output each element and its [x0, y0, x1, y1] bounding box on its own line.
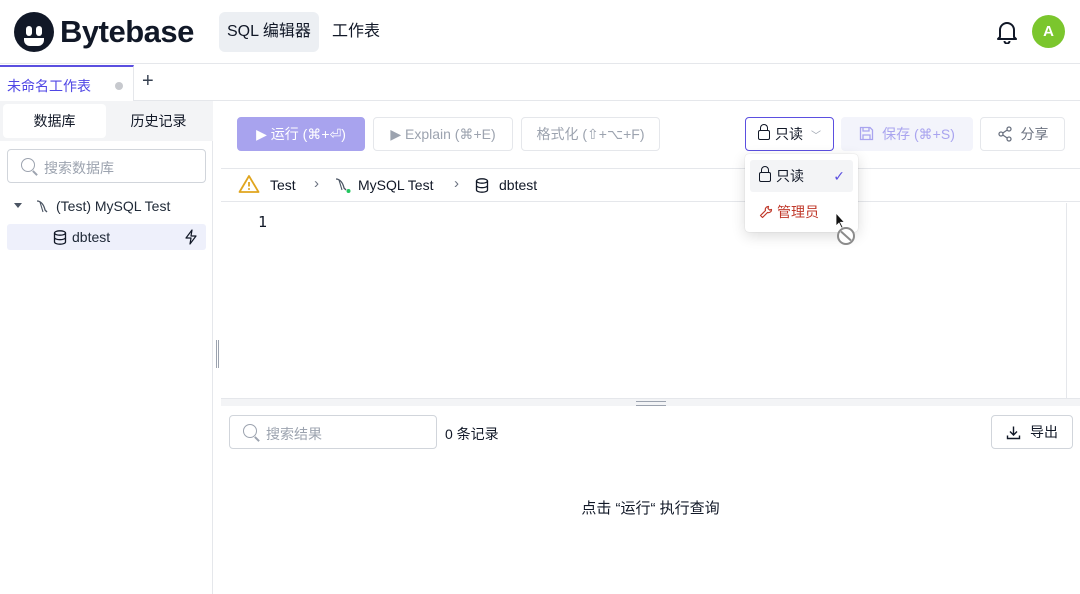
- export-button[interactable]: 导出: [991, 415, 1073, 449]
- nav-sql-editor[interactable]: SQL 编辑器: [219, 12, 319, 52]
- logo-icon: [14, 12, 54, 52]
- tree-database-row[interactable]: dbtest: [7, 224, 206, 250]
- worksheet-tab-label: 未命名工作表: [7, 78, 91, 94]
- breadcrumb-environment[interactable]: Test: [270, 177, 296, 193]
- sidebar: 数据库 历史记录 搜索数据库 (Test) MySQL Test dbtest: [0, 101, 213, 594]
- breadcrumb-separator: ›: [314, 175, 319, 192]
- database-search-placeholder: 搜索数据库: [44, 160, 114, 176]
- lightning-icon[interactable]: [184, 229, 198, 245]
- warning-icon: [238, 175, 260, 193]
- results-resize-handle[interactable]: [221, 398, 1080, 406]
- user-avatar[interactable]: A: [1032, 15, 1065, 48]
- mouse-cursor-icon: [835, 212, 855, 245]
- sql-editor[interactable]: 1: [221, 203, 1080, 399]
- mode-option-readonly[interactable]: 只读 ✓: [750, 160, 853, 192]
- explain-button[interactable]: ▶ Explain (⌘+E): [373, 117, 513, 151]
- unsaved-dot-icon[interactable]: [115, 82, 123, 90]
- wrench-icon: [759, 205, 773, 219]
- search-icon: [243, 424, 257, 438]
- search-icon: [21, 158, 35, 172]
- breadcrumb-database[interactable]: dbtest: [499, 177, 537, 193]
- sidebar-tabs: 数据库 历史记录: [0, 101, 213, 141]
- share-label: 分享: [1020, 126, 1049, 142]
- sidebar-resize-handle[interactable]: [216, 340, 219, 368]
- export-label: 导出: [1030, 424, 1058, 440]
- check-icon: ✓: [833, 168, 845, 184]
- mode-select[interactable]: 只读 ﹀: [745, 117, 834, 151]
- tree-instance-row[interactable]: (Test) MySQL Test: [7, 193, 206, 219]
- database-label: dbtest: [72, 229, 111, 245]
- breadcrumb-instance[interactable]: MySQL Test: [358, 177, 433, 193]
- bell-icon[interactable]: [996, 20, 1018, 44]
- database-search-input[interactable]: 搜索数据库: [7, 149, 206, 183]
- add-tab-button[interactable]: +: [142, 70, 154, 93]
- format-button[interactable]: 格式化 (⇧+⌥+F): [521, 117, 660, 151]
- bytebase-logo[interactable]: Bytebase: [14, 12, 194, 52]
- tab-databases[interactable]: 数据库: [3, 104, 106, 138]
- caret-down-icon[interactable]: [14, 203, 22, 208]
- mode-select-label: 只读: [775, 126, 804, 142]
- share-button[interactable]: 分享: [980, 117, 1065, 151]
- results-search-input[interactable]: 搜索结果: [229, 415, 437, 449]
- mode-option-admin-label: 管理员: [777, 204, 819, 220]
- lock-icon: [758, 124, 771, 140]
- editor-scrollbar[interactable]: [1066, 203, 1067, 399]
- save-label: 保存 (⌘+S): [882, 126, 955, 142]
- worksheet-tab-bar: 未命名工作表 +: [0, 65, 1080, 101]
- tab-history[interactable]: 历史记录: [107, 104, 210, 138]
- breadcrumb: Test › MySQL Test › dbtest: [221, 168, 1080, 202]
- lock-icon: [759, 166, 771, 182]
- database-icon: [475, 178, 489, 193]
- instance-label: (Test) MySQL Test: [56, 198, 171, 214]
- nav-worksheets[interactable]: 工作表: [324, 12, 388, 52]
- breadcrumb-separator: ›: [454, 175, 459, 192]
- line-number: 1: [258, 213, 268, 231]
- save-icon: [859, 126, 874, 141]
- chevron-down-icon: ﹀: [810, 131, 821, 142]
- empty-results-message: 点击 “运行“ 执行查询: [581, 500, 720, 517]
- top-navigation-bar: Bytebase SQL 编辑器 工作表 A: [0, 0, 1080, 64]
- worksheet-tab[interactable]: 未命名工作表: [0, 65, 134, 101]
- save-button[interactable]: 保存 (⌘+S): [841, 117, 973, 151]
- result-count: 0 条记录: [445, 426, 499, 442]
- download-icon: [1006, 426, 1021, 440]
- mysql-icon: [36, 200, 48, 213]
- mode-option-readonly-label: 只读: [776, 168, 804, 184]
- mysql-icon: [335, 178, 351, 193]
- brand-name: Bytebase: [60, 14, 194, 49]
- share-icon: [997, 126, 1012, 142]
- database-icon: [53, 230, 67, 245]
- run-button[interactable]: ▶ 运行 (⌘+⏎): [237, 117, 365, 151]
- results-search-placeholder: 搜索结果: [266, 426, 322, 442]
